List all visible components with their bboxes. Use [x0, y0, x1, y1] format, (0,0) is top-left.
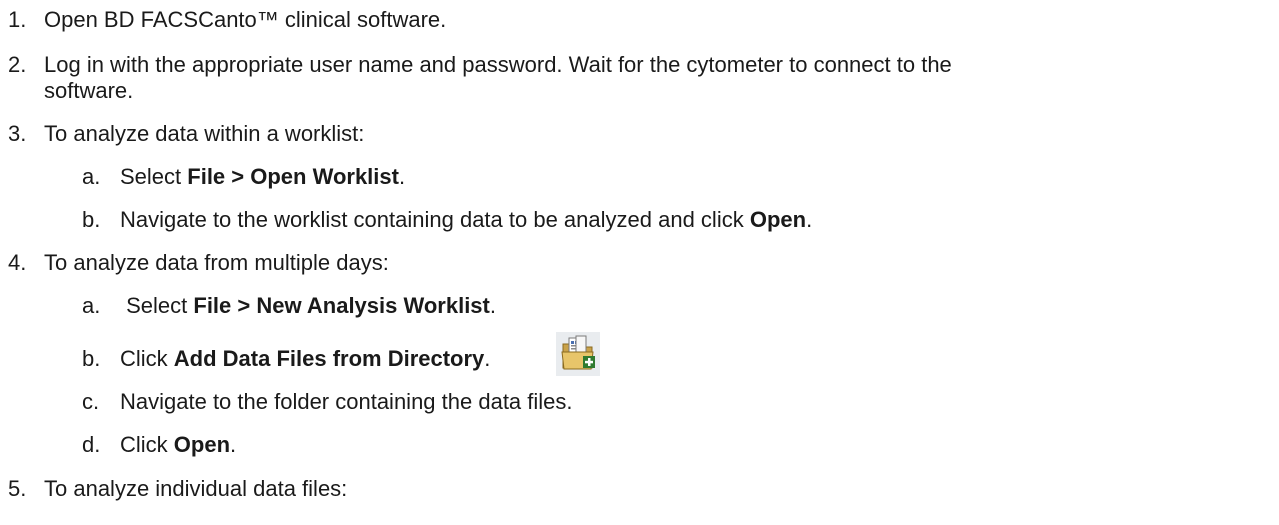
step-number: 1.	[8, 7, 27, 32]
step-text: Open BD FACSCanto™ clinical software.	[44, 7, 447, 32]
button-name: Open	[173, 432, 231, 457]
substep-letter: b.	[82, 207, 101, 232]
substep-letter: a.	[82, 164, 101, 189]
menu-path: File > Open Worklist	[187, 164, 399, 189]
step-number: 4.	[8, 250, 27, 275]
add-data-files-from-directory-icon	[556, 332, 600, 376]
substep-letter: b.	[82, 346, 101, 371]
step-number: 3.	[8, 121, 27, 146]
substep-text: Click Open.	[120, 432, 237, 457]
button-name: Open	[749, 207, 807, 232]
step-number: 2.	[8, 52, 27, 77]
step-text: To analyze individual data files:	[44, 476, 348, 501]
step-number: 5.	[8, 476, 27, 501]
substep-letter: c.	[82, 389, 100, 414]
menu-path: File > New Analysis Worklist	[193, 293, 490, 318]
substep-text: Select File > New Analysis Worklist.	[120, 293, 496, 318]
step-text: To analyze data from multiple days:	[44, 250, 389, 275]
step-text: To analyze data within a worklist:	[44, 121, 365, 146]
substep-letter: a.	[82, 293, 101, 318]
substep-text: Navigate to the worklist containing data…	[120, 207, 813, 232]
substep-text: Click Add Data Files from Directory.	[120, 346, 491, 371]
step-text: Log in with the appropriate user name an…	[44, 52, 952, 77]
substep-text: Select File > Open Worklist.	[120, 164, 406, 189]
button-name: Add Data Files from Directory	[173, 346, 485, 371]
substep-text: Navigate to the folder containing the da…	[120, 389, 573, 414]
substep-letter: d.	[82, 432, 101, 457]
step-text-continued: software.	[44, 78, 134, 103]
